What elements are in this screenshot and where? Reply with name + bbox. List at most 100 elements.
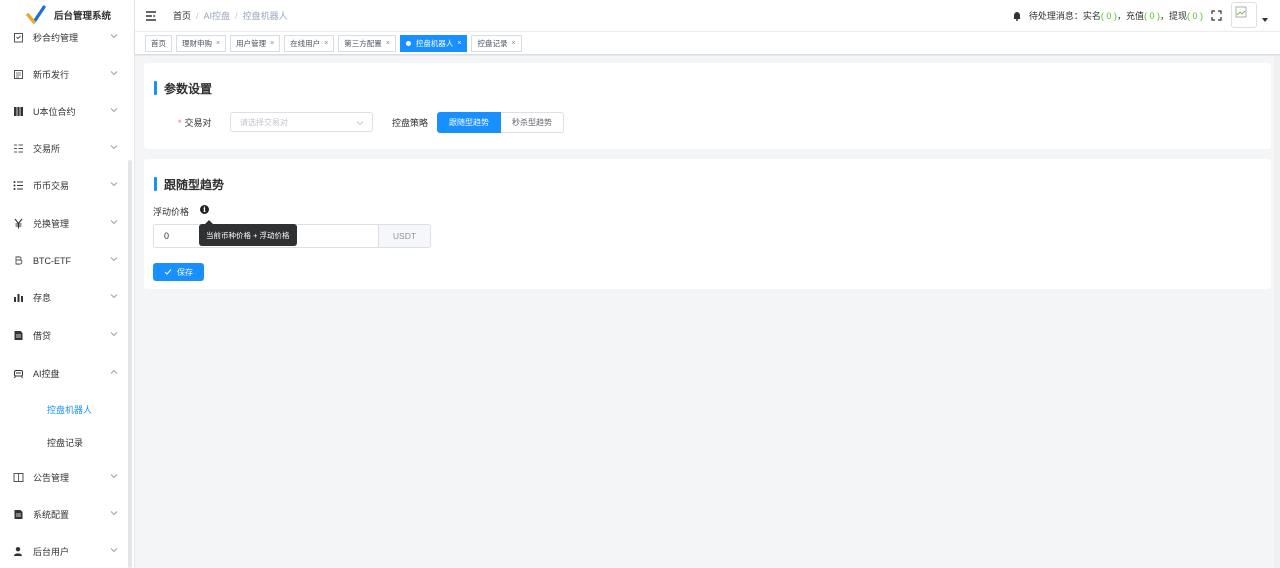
trend-title-text: 跟随型趋势	[164, 177, 225, 192]
real-name-count[interactable]: ( 0 )	[1101, 11, 1117, 21]
tag-home[interactable]: 首页	[145, 34, 172, 52]
chevron-down-icon	[110, 71, 118, 76]
bell-icon[interactable]	[1012, 11, 1022, 21]
caret-down-icon[interactable]	[1262, 18, 1268, 22]
sidebar-subitem-label: 控盘记录	[47, 438, 84, 448]
float-price-tooltip: 当前币种价格 + 浮动价格	[199, 220, 297, 246]
chevron-down-icon	[110, 182, 118, 187]
sidebar-item-announcements[interactable]: 公告管理	[0, 459, 130, 496]
close-icon[interactable]: ×	[511, 40, 515, 47]
sidebar-subitem-label: 控盘机器人	[47, 405, 93, 415]
tag-online-users[interactable]: 在线用户 ×	[284, 34, 335, 52]
sidebar-item-label: AI控盘	[33, 369, 60, 379]
sidebar-item-label: 秒合约管理	[33, 33, 79, 43]
close-icon[interactable]: ×	[324, 40, 328, 47]
chevron-down-icon	[110, 474, 118, 479]
close-icon[interactable]: ×	[216, 40, 220, 47]
sidebar-item-label: BTC-ETF	[33, 255, 71, 266]
tag-label: 首页	[151, 38, 166, 48]
close-icon[interactable]: ×	[386, 40, 390, 47]
sidebar-item-label: 公告管理	[33, 473, 70, 483]
grid-icon	[12, 106, 24, 118]
strategy-follow-button[interactable]: 跟随型趋势	[437, 112, 501, 133]
recharge-count[interactable]: ( 0 )	[1144, 11, 1160, 21]
sidebar-subitem-robot[interactable]: 控盘机器人	[0, 393, 130, 426]
withdraw-count[interactable]: ( 0 )	[1187, 11, 1203, 21]
pair-label-text: 交易对	[184, 118, 212, 128]
yen-icon	[12, 218, 24, 230]
list-bullets-icon	[12, 180, 24, 192]
hamburger-icon[interactable]	[145, 10, 157, 22]
unit-append: USDT	[378, 224, 431, 248]
sidebar-scrollbar[interactable]	[128, 160, 132, 568]
bitcoin-icon	[12, 255, 24, 267]
sidebar-item-system-config[interactable]: 系统配置	[0, 496, 130, 533]
sidebar-item-admin-users[interactable]: 后台用户	[0, 533, 130, 568]
pair-select[interactable]: 请选择交易对	[230, 112, 373, 132]
breadcrumb-current: 控盘机器人	[242, 11, 288, 21]
chevron-down-icon	[110, 332, 118, 337]
withdraw-label: ，提现	[1159, 11, 1187, 21]
sidebar-item-u-contract[interactable]: U本位合约	[0, 93, 130, 130]
sidebar-item-ai-control[interactable]: AI控盘	[0, 355, 130, 392]
title-bar	[154, 177, 157, 191]
document-icon	[12, 69, 24, 81]
chevron-down-icon	[110, 294, 118, 299]
sidebar-item-new-coin[interactable]: 新币发行	[0, 56, 130, 93]
close-icon[interactable]: ×	[457, 40, 461, 47]
tag-label: 第三方配置	[344, 38, 382, 48]
sidebar-item-coin-trade[interactable]: 币币交易	[0, 167, 130, 204]
breadcrumb-ai-control[interactable]: AI控盘	[204, 9, 231, 22]
recharge-label: ，充值	[1116, 11, 1144, 21]
chevron-down-icon	[356, 121, 364, 126]
sidebar-item-btc-etf[interactable]: BTC-ETF	[0, 242, 130, 279]
required-mark: *	[178, 118, 182, 128]
file-icon	[12, 330, 24, 342]
tag-third-party[interactable]: 第三方配置 ×	[338, 34, 396, 52]
sidebar-item-label: 后台用户	[33, 547, 70, 557]
sidebar-item-label: 系统配置	[33, 510, 70, 520]
avatar[interactable]	[1231, 2, 1257, 28]
info-icon[interactable]: i	[200, 205, 209, 214]
notice-prefix: 待处理消息：实名	[1028, 11, 1101, 21]
sidebar-item-label: U本位合约	[33, 107, 76, 117]
sidebar-item-label: 币币交易	[33, 181, 70, 191]
trend-card: 跟随型趋势 浮动价格 i 0 USDT 当前币种价格 + 浮动价格 保存	[144, 159, 1271, 289]
sidebar-item-loan[interactable]: 借贷	[0, 317, 130, 354]
pair-select-placeholder: 请选择交易对	[240, 117, 288, 127]
breadcrumb-home[interactable]: 首页	[173, 9, 191, 22]
title-bar	[154, 81, 157, 95]
sidebar-item-exchange[interactable]: 交易所	[0, 130, 130, 167]
strategy-flash-button[interactable]: 秒杀型趋势	[501, 112, 564, 133]
sidebar-item-contract[interactable]: 秒合约管理	[0, 19, 130, 56]
pair-label: * 交易对	[178, 116, 212, 129]
strategy-radio-group: 跟随型趋势 秒杀型趋势	[437, 112, 564, 133]
navbar: 首页 / AI控盘 / 控盘机器人 待处理消息：实名 ( 0 ) ，充值 ( 0…	[135, 0, 1280, 31]
tag-users[interactable]: 用户管理 ×	[230, 34, 281, 52]
tag-label: 理财申购	[182, 38, 212, 48]
sidebar-item-label: 交易所	[33, 144, 61, 154]
sidebar-item-swap[interactable]: 兑换管理	[0, 205, 130, 242]
page-scrollbar[interactable]	[1274, 56, 1280, 568]
fullscreen-icon[interactable]	[1211, 10, 1222, 21]
tag-label: 用户管理	[236, 38, 267, 48]
strategy-label: 控盘策略	[392, 118, 429, 128]
tag-label: 在线用户	[290, 38, 321, 48]
chevron-down-icon	[110, 108, 118, 113]
sidebar-item-label: 借贷	[33, 331, 52, 341]
tag-robot[interactable]: 控盘机器人 ×	[399, 34, 468, 52]
sidebar: 后台管理系统 秒合约管理 新币发行 U本位合约 交易所 币币交易 兑换管理 BT…	[0, 0, 135, 568]
float-price-label: 浮动价格	[153, 207, 190, 217]
sidebar-subitem-records[interactable]: 控盘记录	[0, 426, 130, 459]
chevron-down-icon	[110, 34, 118, 39]
tag-records[interactable]: 控盘记录 ×	[471, 34, 522, 52]
sidebar-item-label: 兑换管理	[33, 219, 70, 229]
robot-icon	[12, 368, 24, 380]
tag-finance[interactable]: 理财申购 ×	[176, 34, 227, 52]
save-button[interactable]: 保存	[153, 263, 204, 281]
sidebar-item-deposit[interactable]: 存息	[0, 279, 130, 316]
close-icon[interactable]: ×	[270, 40, 274, 47]
chevron-down-icon	[110, 145, 118, 150]
chevron-down-icon	[110, 220, 118, 225]
chevron-down-icon	[110, 548, 118, 553]
